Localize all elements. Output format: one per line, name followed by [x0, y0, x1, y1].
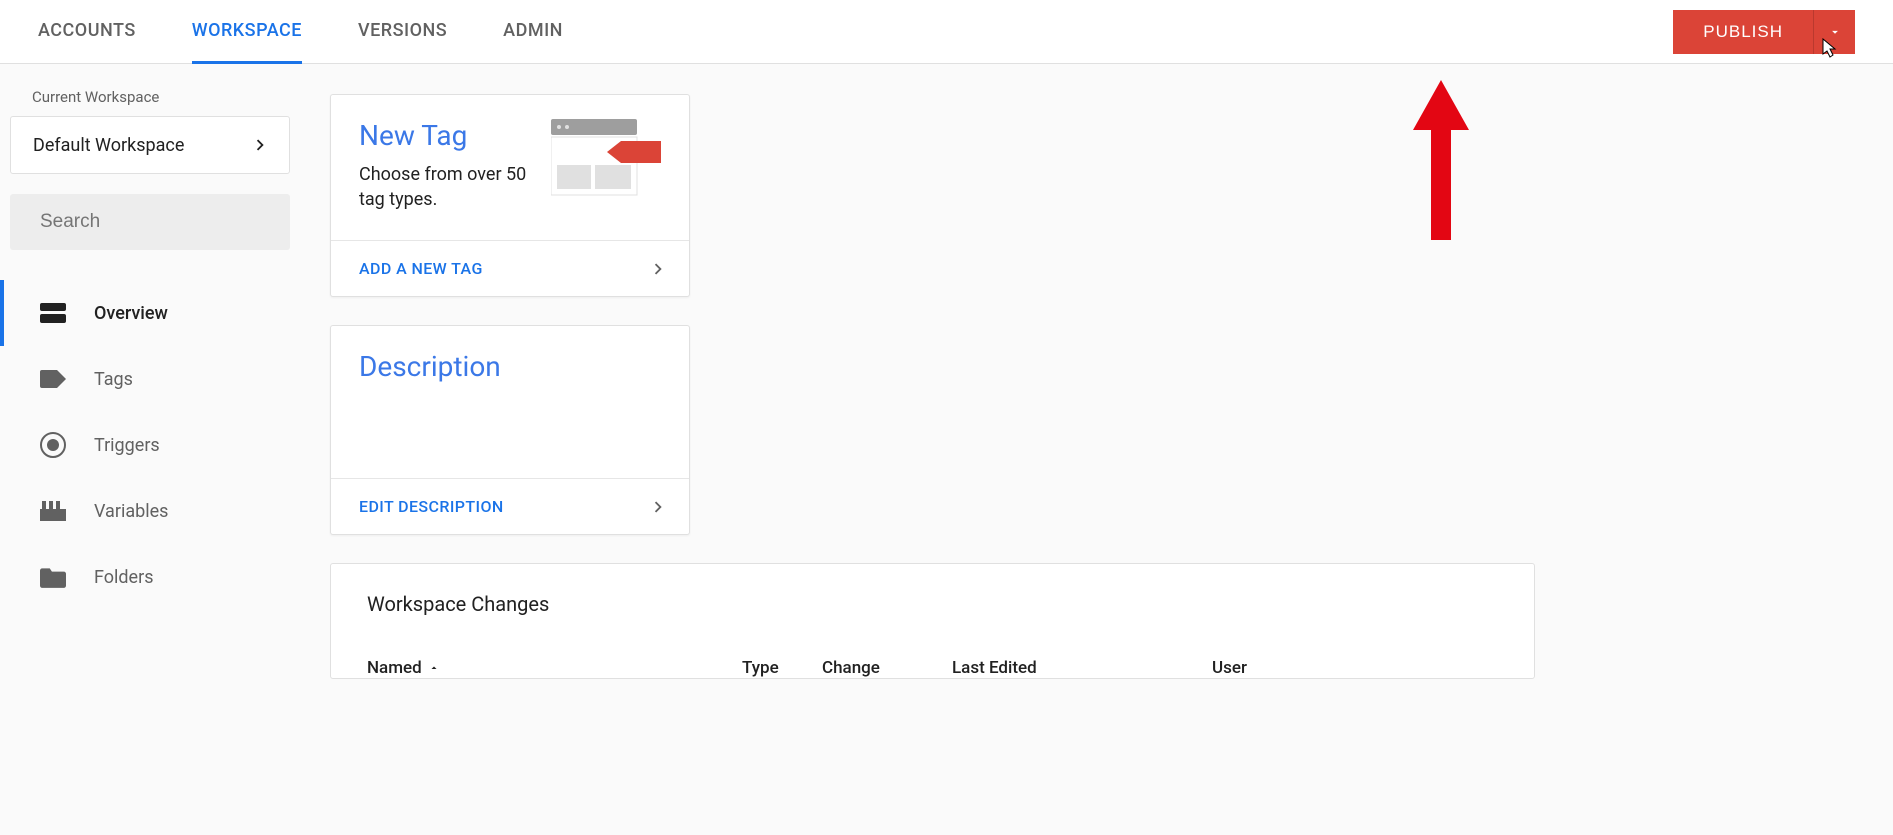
variable-icon [40, 498, 66, 524]
sidebar-item-tags[interactable]: Tags [0, 346, 300, 412]
chevron-right-icon [647, 496, 669, 518]
card-title: New Tag [359, 119, 551, 152]
tab-workspace[interactable]: WORKSPACE [192, 0, 302, 64]
column-header-user[interactable]: User [1212, 658, 1312, 678]
current-workspace-label: Current Workspace [0, 88, 300, 116]
table-header-row: Named Type Change Last Edited User [367, 658, 1498, 678]
cursor-icon [1820, 38, 1840, 60]
chevron-right-icon [249, 134, 271, 156]
sidebar-item-label: Triggers [94, 435, 160, 456]
column-header-named[interactable]: Named [367, 658, 742, 678]
folder-icon [40, 564, 66, 590]
sidebar-item-overview[interactable]: Overview [0, 280, 300, 346]
card-action-label: EDIT DESCRIPTION [359, 497, 504, 516]
annotation-arrow-icon [1413, 80, 1469, 244]
sidebar-item-variables[interactable]: Variables [0, 478, 300, 544]
top-nav: ACCOUNTS WORKSPACE VERSIONS ADMIN PUBLIS… [0, 0, 1893, 64]
search-input[interactable] [40, 211, 285, 233]
sidebar-item-label: Overview [94, 303, 168, 324]
description-card: Description EDIT DESCRIPTION [330, 325, 690, 535]
sidebar-item-triggers[interactable]: Triggers [0, 412, 300, 478]
label-icon [40, 366, 66, 392]
sidebar-item-label: Folders [94, 567, 154, 588]
dashboard-icon [40, 300, 66, 326]
chevron-down-icon [1828, 25, 1842, 39]
workspace-selector[interactable]: Default Workspace [10, 116, 290, 174]
card-action-label: ADD A NEW TAG [359, 259, 483, 278]
workspace-changes-panel: Workspace Changes Named Type Change Last… [330, 563, 1535, 679]
main-content: New Tag Choose from over 50 tag types. A… [300, 64, 1893, 679]
add-new-tag-button[interactable]: ADD A NEW TAG [331, 240, 689, 296]
tab-admin[interactable]: ADMIN [503, 0, 563, 64]
sidebar-item-label: Variables [94, 501, 168, 522]
chevron-right-icon [647, 258, 669, 280]
edit-description-button[interactable]: EDIT DESCRIPTION [331, 478, 689, 534]
tab-versions[interactable]: VERSIONS [358, 0, 447, 64]
card-subtitle: Choose from over 50 tag types. [359, 162, 551, 212]
sidebar-nav: Overview Tags Triggers Variables Folders [0, 280, 300, 610]
column-header-type[interactable]: Type [742, 658, 822, 678]
search-box[interactable] [10, 194, 290, 250]
column-header-change[interactable]: Change [822, 658, 952, 678]
publish-button-group: PUBLISH [1673, 10, 1855, 54]
radio-icon [40, 432, 66, 458]
column-header-last-edited[interactable]: Last Edited [952, 658, 1212, 678]
card-title: Description [359, 350, 661, 383]
sidebar-item-folders[interactable]: Folders [0, 544, 300, 610]
tab-accounts[interactable]: ACCOUNTS [38, 0, 136, 64]
panel-heading: Workspace Changes [367, 592, 1498, 616]
sidebar-item-label: Tags [94, 369, 133, 390]
sidebar: Current Workspace Default Workspace Over… [0, 64, 300, 679]
new-tag-card: New Tag Choose from over 50 tag types. A… [330, 94, 690, 297]
publish-button[interactable]: PUBLISH [1673, 10, 1813, 54]
workspace-name: Default Workspace [33, 135, 184, 156]
sort-asc-icon [428, 662, 440, 674]
tag-graphic-icon [551, 119, 661, 212]
publish-dropdown-button[interactable] [1813, 10, 1855, 54]
